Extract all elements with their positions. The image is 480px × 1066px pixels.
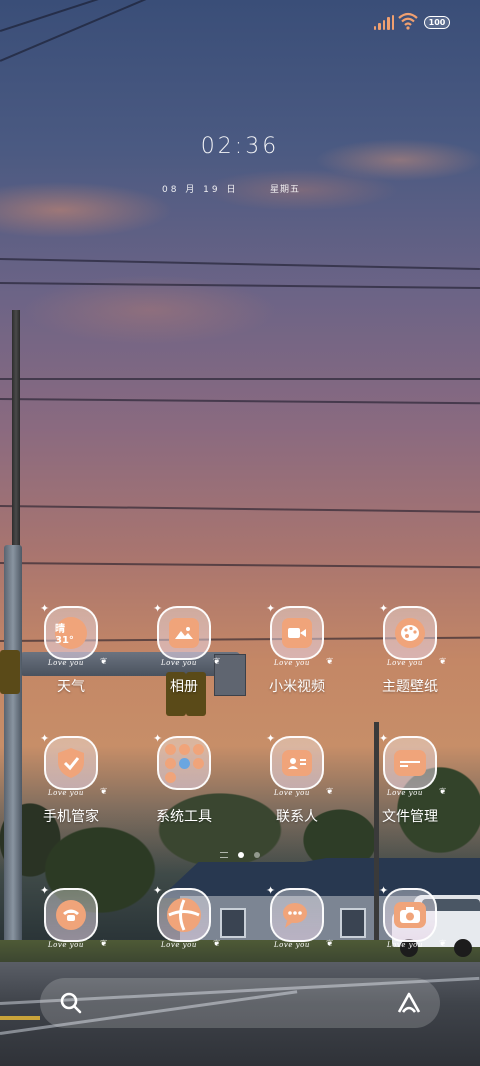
app-label: 主题壁纸 [382, 679, 438, 695]
app-themes[interactable]: ✦ Love you ❦ 主题壁纸 [355, 602, 465, 698]
icon-caption: Love you [48, 941, 84, 949]
dock-messages[interactable]: ✦ Love you ❦ [242, 884, 352, 980]
dock-browser[interactable]: ✦ Love you ❦ [129, 884, 239, 980]
app-label: 小米视频 [269, 679, 325, 695]
dock-camera[interactable]: ✦ Love you ❦ [355, 884, 465, 980]
app-folder-tools[interactable]: ✦ 系统工具 [129, 732, 239, 828]
search-icon[interactable] [60, 992, 82, 1014]
palette-icon [383, 606, 437, 660]
icon-caption: Love you [48, 659, 84, 667]
phone-icon [44, 888, 98, 942]
clock-weekday: 星期五 [270, 185, 301, 195]
app-file-manager[interactable]: ✦ Love you ❦ 文件管理 [355, 732, 465, 828]
app-security[interactable]: ✦ Love you ❦ 手机管家 [16, 732, 126, 828]
messages-icon [270, 888, 324, 942]
power-line [0, 378, 480, 380]
wifi-icon [398, 12, 418, 30]
camera-icon [383, 888, 437, 942]
icon-caption: Love you [161, 941, 197, 949]
tools-folder-icon [157, 736, 211, 790]
search-bar[interactable] [40, 978, 440, 1028]
shield-icon [44, 736, 98, 790]
battery-level: 100 [428, 18, 446, 27]
page-dot [254, 852, 260, 858]
app-contacts[interactable]: ✦ Love you ❦ 联系人 [242, 732, 352, 828]
app-label: 相册 [170, 679, 198, 695]
page-dot-active [238, 852, 244, 858]
weather-readout: 晴 31° [55, 624, 74, 646]
app-label: 文件管理 [382, 809, 438, 825]
dock-phone[interactable]: ✦ Love you ❦ [16, 884, 126, 980]
icon-caption: Love you [274, 659, 310, 667]
app-weather[interactable]: 晴 31° ✦ Love you ❦ 天气 [16, 602, 126, 698]
browser-icon [157, 888, 211, 942]
app-video[interactable]: ✦ Love you ❦ 小米视频 [242, 602, 352, 698]
icon-caption: Love you [387, 789, 423, 797]
icon-caption: Love you [387, 941, 423, 949]
cellular-signal-icon [374, 15, 395, 30]
battery-icon: 100 [424, 16, 450, 29]
contacts-icon [270, 736, 324, 790]
status-bar: 100 [0, 0, 480, 44]
folder-icon [383, 736, 437, 790]
page-indicator[interactable] [0, 852, 480, 858]
icon-caption: Love you [274, 941, 310, 949]
app-label: 系统工具 [156, 809, 212, 825]
icon-caption: Love you [274, 789, 310, 797]
list-view-icon [220, 852, 228, 858]
weather-icon: 晴 31° [44, 606, 98, 660]
app-label: 天气 [57, 679, 85, 695]
icon-caption: Love you [387, 659, 423, 667]
app-label: 手机管家 [43, 809, 99, 825]
assistant-icon[interactable] [396, 992, 422, 1014]
icon-caption: Love you [161, 659, 197, 667]
gallery-icon [157, 606, 211, 660]
clock-time[interactable]: 02:36 [0, 134, 480, 159]
icon-caption: Love you [48, 789, 84, 797]
app-gallery[interactable]: ✦ Love you ❦ 相册 [129, 602, 239, 698]
video-icon [270, 606, 324, 660]
clock-date: 08 月 19 日 [162, 185, 239, 195]
app-label: 联系人 [276, 809, 318, 825]
